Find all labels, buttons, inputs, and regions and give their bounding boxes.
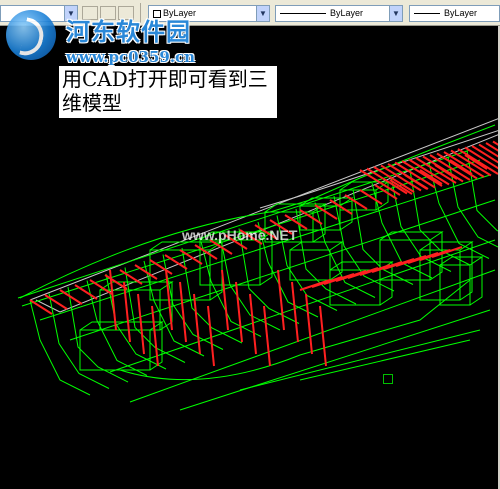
site-logo-icon	[6, 10, 56, 60]
ucs-marker-icon	[383, 374, 393, 384]
cad-app-window: ▼ ByLayer ▼ ByLayer ▼ ByLayer 河东软件园 www.…	[0, 0, 500, 489]
structure-lines-green	[17, 124, 500, 411]
watermark-site-url: www.pc0359.cn	[66, 48, 196, 66]
center-watermark: www.pHome.NET	[182, 227, 298, 243]
caption-text-box: 用CAD打开即可看到三 维模型	[59, 66, 277, 118]
watermark-site-name: 河东软件园	[66, 17, 191, 46]
